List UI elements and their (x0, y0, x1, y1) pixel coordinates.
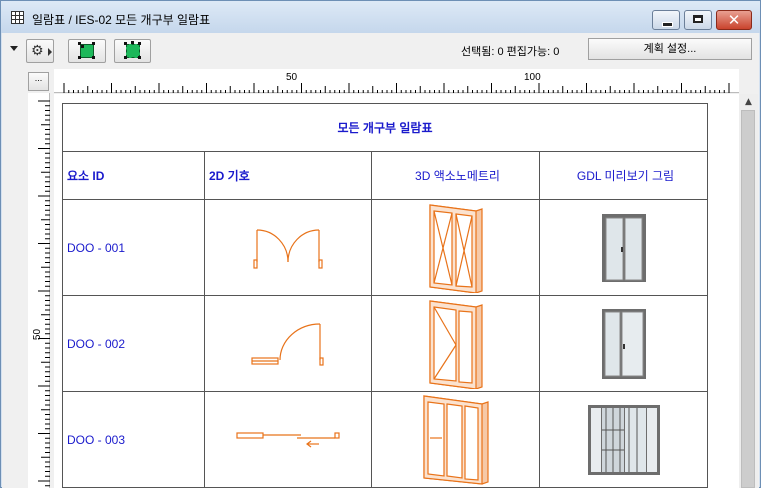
vertical-ruler-ticks (38, 100, 50, 487)
scheme-settings-button[interactable]: 계획 설정... (588, 38, 752, 60)
scroll-up-icon[interactable]: ▲ (739, 94, 758, 110)
ruler-label-50: 50 (286, 72, 298, 83)
door-3d-cell (371, 199, 540, 296)
single-swing-door-symbol-icon (251, 322, 324, 366)
table-row[interactable]: DOO - 001 (62, 199, 708, 296)
ruler-label-v50: 50 (32, 328, 44, 341)
header-3d-axonometry: 3D 액소노메트리 (371, 151, 540, 200)
gdl-preview-cell (539, 391, 708, 488)
maximize-icon (693, 15, 703, 23)
schedule-title: 모든 개구부 일람표 (62, 103, 708, 152)
element-id-cell: DOO - 002 (62, 295, 205, 392)
door-symbol-2d-cell (204, 391, 372, 488)
selection-status: 선택됨: 0 편집가능: 0 (461, 46, 560, 58)
gdl-preview-cell (539, 295, 708, 392)
maximize-button[interactable] (684, 10, 712, 30)
gdl-preview-cell (539, 199, 708, 296)
schedule-canvas-area: ... 50 100 50 모든 개구부 일람표 요소 ID 2D 기호 3D … (2, 67, 759, 488)
door-axonometric-icon (428, 203, 483, 293)
door-preview-image-icon (601, 213, 646, 282)
schedule-sheet: 모든 개구부 일람표 요소 ID 2D 기호 3D 액소노메트리 GDL 미리보… (54, 94, 739, 488)
select-in-3d-button[interactable] (114, 39, 151, 63)
close-icon: ✕ (727, 11, 741, 29)
gear-icon: ⚙ (31, 43, 44, 59)
sliding-door-preview-image-icon (587, 404, 660, 475)
select-3d-icon (124, 42, 140, 58)
header-2d-symbol: 2D 기호 (204, 151, 372, 200)
door-symbol-2d-cell (204, 295, 372, 392)
double-swing-door-symbol-icon (253, 228, 323, 269)
select-box-icon (78, 42, 94, 58)
close-button[interactable]: ✕ (716, 10, 752, 30)
door-3d-cell (371, 391, 540, 488)
element-id-cell: DOO - 003 (62, 391, 205, 488)
header-element-id: 요소 ID (62, 151, 205, 200)
title-bar[interactable]: 일람표 / IES-02 모든 개구부 일람표 ✕ (1, 1, 760, 33)
toolbar: ⚙ 선택됨: 0 편집가능: 0 계획 설정... (2, 33, 759, 67)
ruler-label-100: 100 (524, 72, 541, 83)
table-row[interactable]: DOO - 002 (62, 295, 708, 392)
vertical-ruler: 50 (28, 93, 50, 488)
sliding-door-symbol-icon (236, 431, 340, 447)
vertical-scrollbar[interactable]: ▲ (739, 94, 758, 488)
door-3d-cell (371, 295, 540, 392)
schedule-table: 모든 개구부 일람표 요소 ID 2D 기호 3D 액소노메트리 GDL 미리보… (62, 103, 708, 488)
toolbar-options-arrow-icon[interactable] (10, 46, 18, 51)
door-symbol-2d-cell (204, 199, 372, 296)
chevron-right-icon (48, 48, 52, 56)
minimize-icon (662, 22, 673, 27)
door-preview-image-icon (601, 308, 646, 379)
header-gdl-preview: GDL 미리보기 그림 (539, 151, 708, 200)
select-element-button[interactable] (68, 39, 106, 63)
horizontal-ruler: 50 100 (54, 69, 739, 93)
settings-menu-button[interactable]: ⚙ (26, 39, 54, 63)
horizontal-ruler-ticks (63, 83, 730, 93)
schedule-window: 일람표 / IES-02 모든 개구부 일람표 ✕ ⚙ 선택됨: 0 편집가능:… (0, 0, 761, 488)
sliding-door-axonometric-icon (422, 394, 489, 485)
scroll-thumb[interactable] (741, 110, 755, 488)
door-axonometric-icon (428, 299, 483, 389)
minimize-button[interactable] (652, 10, 680, 30)
element-id-cell: DOO - 001 (62, 199, 205, 296)
table-row[interactable]: DOO - 003 (62, 391, 708, 488)
schedule-table-icon (11, 11, 24, 24)
ruler-corner-button[interactable]: ... (28, 72, 49, 91)
window-title: 일람표 / IES-02 모든 개구부 일람표 (32, 13, 211, 27)
